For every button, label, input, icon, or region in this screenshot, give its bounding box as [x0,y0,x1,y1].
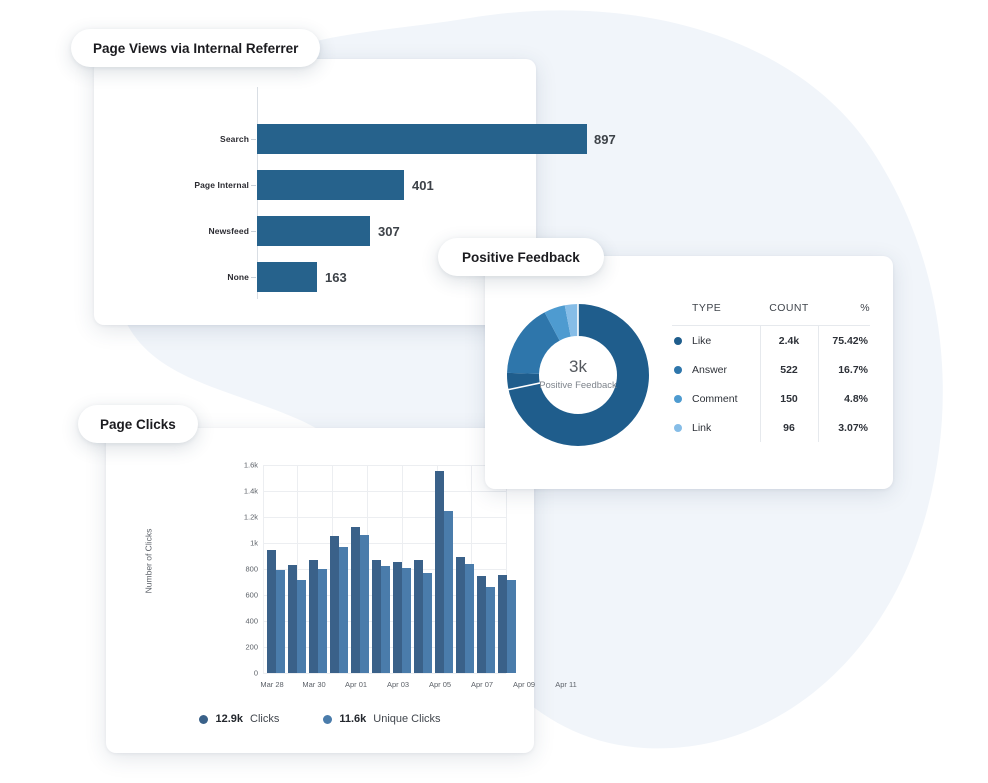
x-tick-label: Apr 09 [512,680,536,689]
x-tick-label: Apr 03 [386,680,410,689]
row-count-cell: 522 [759,355,819,384]
table-row[interactable]: Like 2.4k 75.42% [672,325,870,356]
page-clicks-title-text: Page Clicks [100,416,176,432]
bar-clicks [498,575,507,673]
y-tick-label: 400 [245,616,258,626]
dashboard-stage: Search 897 Page Internal 401 Newsfeed 30… [0,0,988,783]
page-views-category-label: Newsfeed [208,226,249,236]
page-clicks-card: Number of Clicks 1.6k 1.4k 1.2k 1k 800 6… [106,428,577,753]
y-tick-label: 800 [245,564,258,574]
y-tick-label: 200 [245,642,258,652]
x-tick-label: Mar 28 [260,680,284,689]
positive-feedback-table: TYPE COUNT % Like 2.4k 75.42% Answer 522… [672,302,870,442]
page-views-bar [257,124,587,154]
page-views-card: Search 897 Page Internal 401 Newsfeed 30… [94,59,616,325]
page-views-bar [257,216,370,246]
y-tick-label: 1.6k [243,460,258,470]
column-header-percent: % [818,302,870,326]
donut-center-value: 3k [569,357,587,376]
page-views-bar-chart: Search 897 Page Internal 401 Newsfeed 30… [94,59,616,325]
row-type-cell: Comment [672,384,760,413]
legend-dot-icon [323,714,333,724]
legend-item-clicks[interactable]: 12.9k Clicks [199,713,279,725]
row-count-cell: 96 [759,413,819,442]
row-percent-cell: 16.7% [838,363,868,376]
y-tick-label: 1.4k [243,486,258,496]
table-row[interactable]: Comment 150 4.8% [672,384,870,413]
positive-feedback-card: 3k Positive Feedback TYPE COUNT % Like 2… [485,256,893,489]
y-tick-label: 600 [245,590,258,600]
legend-dot-icon [199,714,209,724]
x-tick-label: Mar 30 [302,680,326,689]
legend-label: Unique Clicks [373,713,441,725]
legend-dot-icon [674,365,682,374]
positive-feedback-donut-chart: 3k Positive Feedback [507,304,649,446]
page-clicks-bar-chart: Number of Clicks 1.6k 1.4k 1.2k 1k 800 6… [106,428,576,753]
page-clicks-y-axis-title: Number of Clicks [143,528,154,594]
row-percent-cell: 75.42% [832,334,868,347]
page-views-bar [257,262,317,292]
y-tick-label: 0 [253,668,258,678]
row-count-cell: 150 [759,384,819,413]
page-clicks-title-pill: Page Clicks [78,405,198,443]
page-views-bar-value: 897 [594,132,616,147]
x-tick-label: Apr 07 [470,680,494,689]
column-header-type: TYPE [672,302,760,326]
x-tick-label: Apr 11 [555,680,577,689]
table-row[interactable]: Link 96 3.07% [672,413,870,442]
y-tick-label: 1.2k [243,512,258,522]
page-views-bar-value: 307 [378,224,400,239]
legend-dot-icon [674,336,682,345]
row-percent-cell: 3.07% [838,421,868,434]
page-views-category-label: Page Internal [194,180,249,190]
table-row[interactable]: Answer 522 16.7% [672,355,870,384]
page-views-title-text: Page Views via Internal Referrer [93,40,299,56]
y-tick-label: 1k [250,538,258,548]
column-header-count: COUNT [760,302,818,326]
page-views-bar-value: 163 [325,270,347,285]
row-type-label: Like [692,334,712,347]
page-views-bar-value: 401 [412,178,434,193]
row-type-cell: Like [672,326,760,356]
page-views-bar [257,170,404,200]
page-views-title-pill: Page Views via Internal Referrer [71,29,321,67]
legend-value: 11.6k [339,713,367,725]
positive-feedback-title-text: Positive Feedback [462,249,580,265]
legend-dot-icon [674,394,682,403]
page-views-category-label: Search [220,134,249,144]
x-tick-label: Apr 05 [428,680,452,689]
row-percent-cell: 4.8% [844,392,868,405]
row-type-cell: Link [672,413,760,442]
gridline [263,673,506,674]
legend-value: 12.9k [215,713,243,725]
bar-unique-clicks [507,580,516,673]
legend-label: Clicks [250,713,280,725]
positive-feedback-title-pill: Positive Feedback [438,238,604,276]
legend-dot-icon [674,423,682,432]
row-type-cell: Answer [672,355,760,384]
row-count-cell: 2.4k [759,325,819,355]
row-type-label: Comment [692,392,738,405]
page-clicks-bars-group-tail [263,465,523,673]
x-tick-label: Apr 01 [344,680,368,689]
row-type-label: Answer [692,363,728,376]
page-views-category-label: None [227,272,249,282]
row-type-label: Link [692,421,712,434]
table-header-row: TYPE COUNT % [672,302,870,326]
legend-item-unique-clicks[interactable]: 11.6k Unique Clicks [323,713,441,725]
donut-center-label: Positive Feedback [539,380,617,391]
page-clicks-legend: 12.9k Clicks 11.6k Unique Clicks [106,713,534,725]
